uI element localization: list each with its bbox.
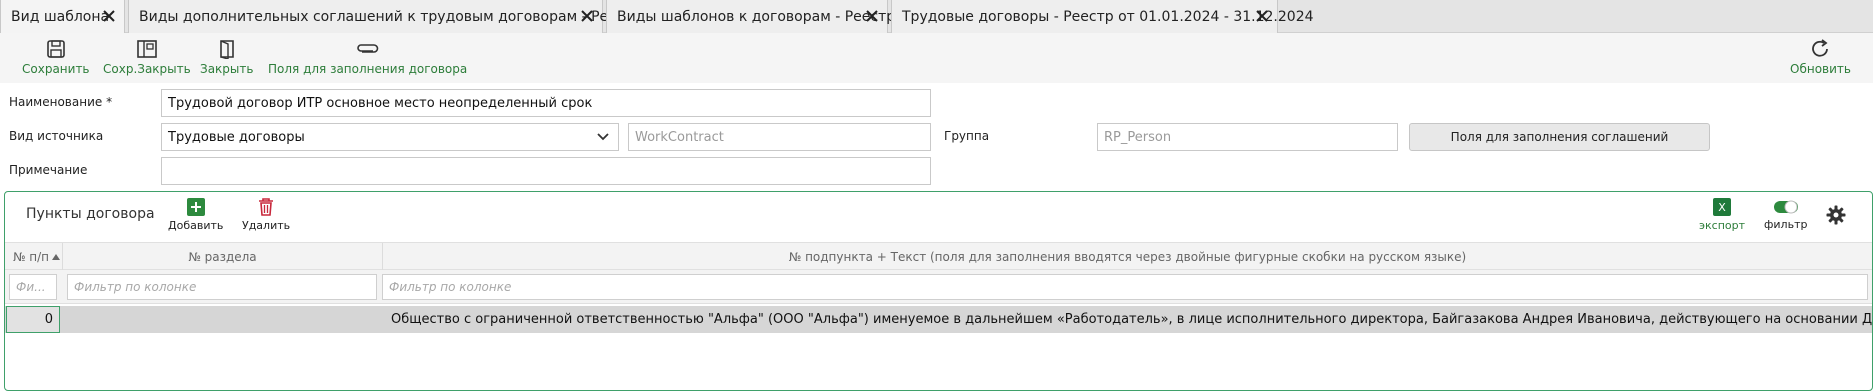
filter-toggle[interactable]: фильтр	[1764, 199, 1807, 231]
export-label: экспорт	[1699, 219, 1746, 232]
plus-icon	[186, 198, 205, 216]
source-select[interactable]: Трудовые договоры	[161, 123, 619, 151]
filter-label: фильтр	[1764, 218, 1808, 231]
tab-labor-contracts-registry[interactable]: Трудовые договоры - Реестр от 01.01.2024…	[891, 0, 1314, 33]
close-icon[interactable]	[865, 9, 879, 23]
note-label: Примечание	[9, 163, 88, 177]
column-header-section[interactable]: № раздела	[63, 243, 383, 271]
tab-label: Вид шаблона	[11, 8, 110, 25]
sort-asc-icon	[52, 254, 60, 260]
refresh-button[interactable]: Обновить	[1790, 38, 1851, 76]
tab-bar: Вид шаблона Виды дополнительных соглашен…	[0, 0, 1873, 33]
close-label: Закрыть	[200, 62, 254, 76]
agreement-fields-button[interactable]: Поля для заполнения соглашений	[1409, 123, 1710, 151]
save-close-button[interactable]: Сохр.Закрыть	[103, 38, 191, 76]
tab-label: Виды дополнительных соглашений к трудовы…	[139, 8, 642, 25]
save-label: Сохранить	[22, 62, 90, 76]
source-value: Трудовые договоры	[168, 129, 305, 145]
svg-text:X: X	[1718, 201, 1726, 214]
close-button[interactable]: Закрыть	[200, 38, 253, 76]
delete-label: Удалить	[242, 219, 291, 232]
delete-button[interactable]: Удалить	[242, 198, 290, 232]
tab-contract-template-types-registry[interactable]: Виды шаблонов к договорам - Реестр	[606, 0, 895, 33]
close-icon[interactable]	[102, 9, 116, 23]
save-close-label: Сохр.Закрыть	[103, 62, 191, 76]
cell-text[interactable]: Общество с ограниченной ответственностью…	[383, 306, 1872, 333]
toggle-switch-icon	[1773, 200, 1798, 214]
column-header-num[interactable]: № п/п	[5, 243, 63, 271]
fill-fields-label: Поля для заполнения договора	[268, 62, 468, 76]
panel-title: Пункты договора	[26, 206, 155, 222]
group-field: RP_Person	[1097, 123, 1398, 151]
refresh-label: Обновить	[1790, 62, 1851, 76]
column-header-text[interactable]: № подпункта + Текст (поля для заполнения…	[383, 243, 1872, 271]
filter-input-num[interactable]: Фи...	[9, 274, 57, 300]
close-icon[interactable]	[1255, 9, 1269, 23]
trash-icon	[259, 198, 274, 216]
tab-label: Трудовые договоры - Реестр от 01.01.2024…	[902, 8, 1314, 25]
chevron-down-icon[interactable]	[596, 132, 610, 142]
excel-icon: X	[1713, 198, 1732, 216]
group-label: Группа	[944, 129, 990, 143]
save-icon	[46, 40, 65, 58]
table-row[interactable]: 0 Общество с ограниченной ответственност…	[5, 306, 1872, 333]
fill-fields-button[interactable]: Поля для заполнения договора	[268, 38, 467, 76]
export-button[interactable]: X экспорт	[1699, 198, 1745, 232]
group-value: RP_Person	[1104, 129, 1172, 145]
note-field[interactable]	[161, 157, 931, 185]
save-button[interactable]: Сохранить	[22, 38, 90, 76]
agreement-fields-label: Поля для заполнения соглашений	[1450, 130, 1669, 144]
source-code-field: WorkContract	[628, 123, 931, 151]
gear-icon[interactable]	[1826, 205, 1846, 225]
cell-num[interactable]: 0	[6, 306, 60, 333]
add-button[interactable]: Добавить	[168, 198, 223, 232]
tab-template-kind[interactable]: Вид шаблона	[0, 0, 125, 33]
add-label: Добавить	[168, 219, 224, 232]
tab-agreement-types-registry[interactable]: Виды дополнительных соглашений к трудовы…	[128, 0, 642, 33]
filter-input-section[interactable]: Фильтр по колонке	[67, 274, 377, 300]
name-value: Трудовой договор ИТР основное место неоп…	[168, 95, 593, 111]
tab-label: Виды шаблонов к договорам - Реестр	[617, 8, 896, 25]
grid-header: № п/п № раздела № подпункта + Текст (пол…	[5, 242, 1872, 271]
save-close-icon	[137, 40, 157, 58]
source-label: Вид источника	[9, 129, 104, 143]
refresh-icon	[1812, 39, 1829, 57]
name-field[interactable]: Трудовой договор ИТР основное место неоп…	[161, 89, 931, 117]
door-icon	[219, 40, 234, 59]
close-icon[interactable]	[580, 9, 594, 23]
name-label: Наименование *	[9, 95, 113, 109]
cell-section[interactable]	[63, 306, 383, 333]
filter-input-text[interactable]: Фильтр по колонке	[382, 274, 1868, 300]
paperclip-icon	[356, 44, 378, 53]
source-code-value: WorkContract	[635, 129, 724, 145]
grid-filter-row: Фи... Фильтр по колонке Фильтр по колонк…	[5, 270, 1872, 304]
